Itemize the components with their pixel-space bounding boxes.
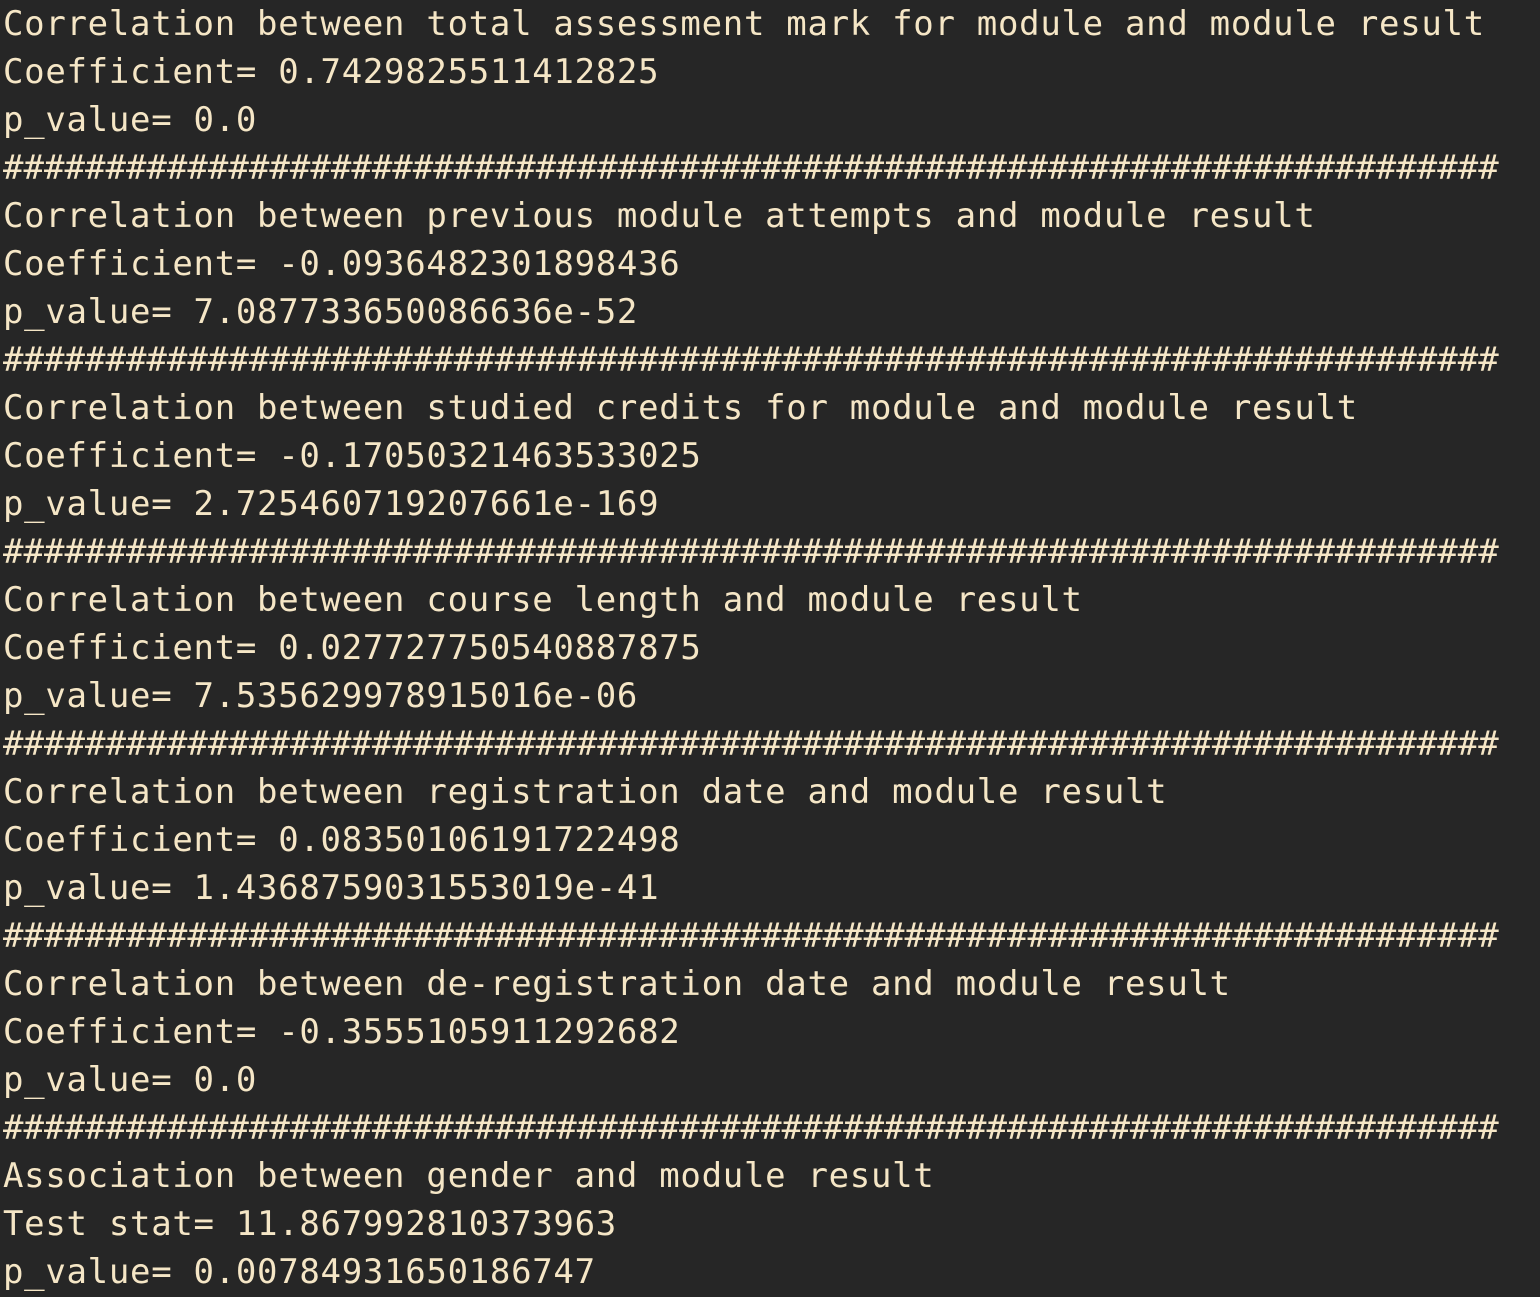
previous-attempts-correlation-heading: Correlation between previous module atte… <box>3 196 1316 236</box>
separator-line: ########################################… <box>3 1108 1499 1148</box>
course-length-coefficient: Coefficient= 0.027727750540887875 <box>3 628 702 668</box>
separator-line: ########################################… <box>3 724 1499 764</box>
registration-date-coefficient: Coefficient= 0.08350106191722498 <box>3 820 681 860</box>
studied-credits-p-value: p_value= 2.725460719207661e-169 <box>3 484 660 524</box>
deregistration-date-correlation-heading: Correlation between de-registration date… <box>3 964 1231 1004</box>
registration-date-correlation-heading: Correlation between registration date an… <box>3 772 1168 812</box>
gender-association-heading: Association between gender and module re… <box>3 1156 935 1196</box>
terminal-output[interactable]: Correlation between total assessment mar… <box>0 0 1540 1297</box>
registration-date-p-value: p_value= 1.4368759031553019e-41 <box>3 868 660 908</box>
studied-credits-correlation-heading: Correlation between studied credits for … <box>3 388 1358 428</box>
deregistration-date-coefficient: Coefficient= -0.3555105911292682 <box>3 1012 681 1052</box>
separator-line: ########################################… <box>3 916 1499 956</box>
separator-line: ########################################… <box>3 340 1499 380</box>
deregistration-date-p-value: p_value= 0.0 <box>3 1060 258 1100</box>
course-length-p-value: p_value= 7.535629978915016e-06 <box>3 676 639 716</box>
previous-attempts-coefficient: Coefficient= -0.0936482301898436 <box>3 244 681 284</box>
gender-p-value: p_value= 0.00784931650186747 <box>3 1252 596 1292</box>
previous-attempts-p-value: p_value= 7.087733650086636e-52 <box>3 292 639 332</box>
assessment-mark-correlation-heading: Correlation between total assessment mar… <box>3 4 1485 44</box>
assessment-mark-coefficient: Coefficient= 0.7429825511412825 <box>3 52 660 92</box>
separator-line: ########################################… <box>3 148 1499 188</box>
assessment-mark-p-value: p_value= 0.0 <box>3 100 258 140</box>
gender-test-stat: Test stat= 11.867992810373963 <box>3 1204 617 1244</box>
course-length-correlation-heading: Correlation between course length and mo… <box>3 580 1083 620</box>
studied-credits-coefficient: Coefficient= -0.17050321463533025 <box>3 436 702 476</box>
separator-line: ########################################… <box>3 532 1499 572</box>
